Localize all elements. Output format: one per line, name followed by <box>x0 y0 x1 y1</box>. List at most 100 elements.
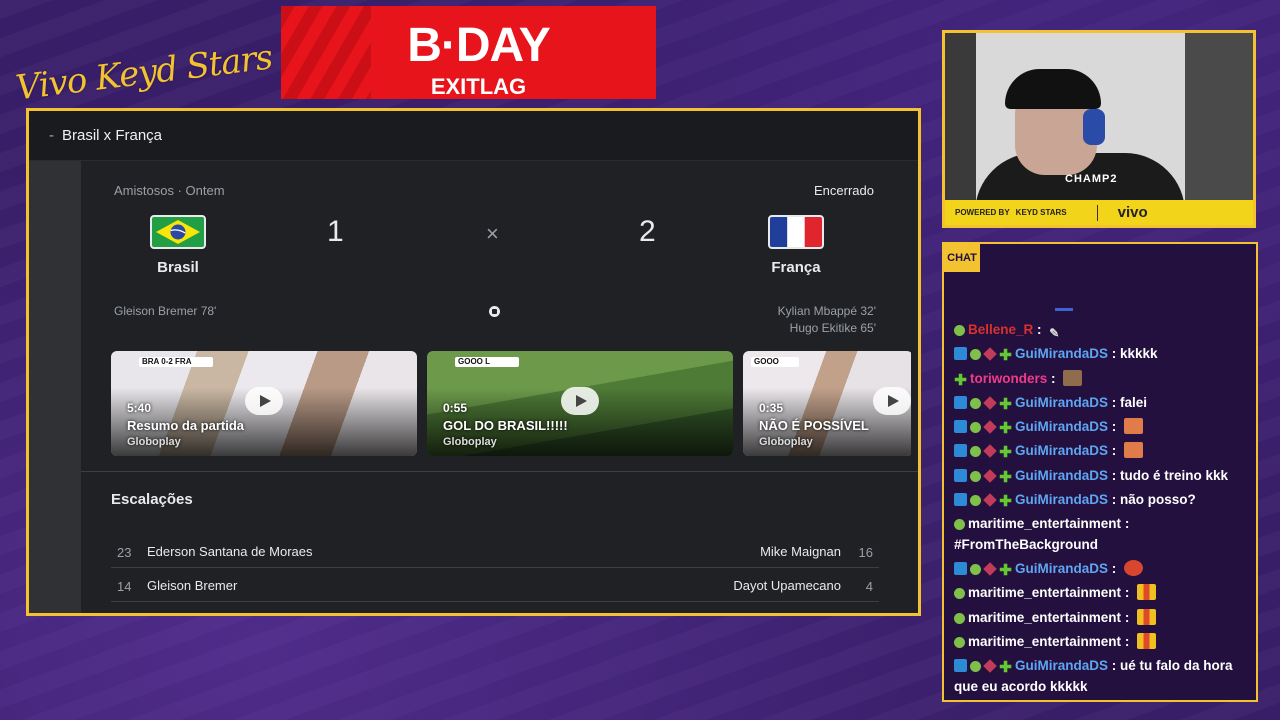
chat-message: maritime_entertainment : <box>954 608 1250 629</box>
plus-badge-icon[interactable] <box>999 661 1012 674</box>
chat-username[interactable]: GuiMirandaDS <box>1015 395 1108 410</box>
verified-badge-icon[interactable] <box>970 661 981 673</box>
verified-badge-icon[interactable] <box>954 519 965 531</box>
home-player-number: 23 <box>117 545 132 560</box>
verified-badge-icon[interactable] <box>954 637 965 649</box>
soccer-ball-icon <box>489 306 500 317</box>
gift-badge-icon[interactable] <box>983 468 997 483</box>
verified-badge-icon[interactable] <box>970 495 981 507</box>
away-team[interactable]: França <box>751 215 841 276</box>
box-emote-icon <box>1124 442 1144 459</box>
chat-label: CHAT <box>944 244 980 272</box>
plus-badge-icon[interactable] <box>999 564 1012 577</box>
prime-badge-icon[interactable] <box>954 347 967 361</box>
verified-badge-icon[interactable] <box>970 422 981 434</box>
plus-badge-icon[interactable] <box>999 422 1012 435</box>
verified-badge-icon[interactable] <box>954 325 965 336</box>
chat-username[interactable]: maritime_entertainment <box>968 516 1121 531</box>
plus-badge-icon[interactable] <box>999 398 1012 411</box>
plus-badge-icon[interactable] <box>999 446 1012 459</box>
prime-badge-icon[interactable] <box>954 395 967 409</box>
chat-username[interactable]: GuiMirandaDS <box>1015 561 1108 576</box>
brazil-flag-icon <box>150 215 206 249</box>
chat-username[interactable]: GuiMirandaDS <box>1015 468 1108 483</box>
verified-badge-icon[interactable] <box>970 564 981 576</box>
play-icon[interactable] <box>245 387 283 415</box>
lineup-row[interactable]: 14 Gleison Bremer Dayot Upamecano 4 <box>111 568 879 602</box>
video-card[interactable]: BRA 0-2 FRA 5:40 Resumo da partida Globo… <box>111 351 417 456</box>
prime-badge-icon[interactable] <box>954 420 967 434</box>
chat-separator: : <box>1108 394 1121 410</box>
bday-exitlag-banner: B·DAY EXITLAG <box>281 6 656 99</box>
chat-username[interactable]: GuiMirandaDS <box>1015 346 1108 361</box>
chat-username[interactable]: maritime_entertainment <box>968 634 1121 649</box>
play-icon[interactable] <box>873 387 911 415</box>
verified-badge-icon[interactable] <box>970 446 981 458</box>
prime-badge-icon[interactable] <box>954 493 967 507</box>
gift-badge-icon[interactable] <box>983 347 997 362</box>
chat-username[interactable]: maritime_entertainment <box>968 610 1121 625</box>
banner-title: B·DAY <box>407 19 551 72</box>
chat-username[interactable]: GuiMirandaDS <box>1015 492 1108 507</box>
chat-messages: Bellene_R : GuiMirandaDS : kkkkk toriwond… <box>954 320 1250 701</box>
banner-brand: EXITLAG <box>430 74 527 99</box>
gift-badge-icon[interactable] <box>983 562 997 576</box>
mad-emote-icon <box>1124 560 1144 577</box>
chat-separator: : <box>1108 561 1121 577</box>
video-card[interactable]: GOOO 0:35 NÃO É POSSÍVEL Globoplay <box>743 351 911 456</box>
chat-username[interactable]: GuiMirandaDS <box>1015 419 1108 434</box>
verified-badge-icon[interactable] <box>954 612 965 624</box>
prime-badge-icon[interactable] <box>954 659 967 673</box>
lineup-row[interactable]: 23 Ederson Santana de Moraes Mike Maigna… <box>111 534 879 568</box>
plus-badge-icon[interactable] <box>954 374 967 387</box>
vivo-logo: vivo <box>1117 204 1148 221</box>
video-card[interactable]: GOOO L 0:55 GOL DO BRASIL!!!!! Globoplay <box>427 351 733 456</box>
gift-badge-icon[interactable] <box>983 659 997 674</box>
chat-username[interactable]: GuiMirandaDS <box>1015 443 1108 458</box>
bars-emote-icon <box>1137 633 1157 650</box>
browser-capture-frame: - Brasil x França Amistosos · Ontem Ence… <box>26 108 921 616</box>
plus-badge-icon[interactable] <box>999 495 1012 508</box>
chat-message: maritime_entertainment : <box>954 583 1250 604</box>
away-scorer: Kylian Mbappé 32' <box>777 304 876 318</box>
home-team[interactable]: Brasil <box>133 215 223 276</box>
away-player-number: 4 <box>865 579 873 594</box>
chat-username[interactable]: maritime_entertainment <box>968 585 1121 600</box>
verified-badge-icon[interactable] <box>954 588 965 600</box>
video-duration: 0:55 <box>443 401 468 415</box>
prime-badge-icon[interactable] <box>954 444 967 458</box>
page-header: - Brasil x França <box>29 111 918 161</box>
chat-message: GuiMirandaDS : tudo é treino kkk <box>954 466 1250 487</box>
box-emote-icon <box>1124 418 1144 435</box>
gift-badge-icon[interactable] <box>983 396 997 410</box>
chat-text: tudo é treino kkk <box>1120 467 1229 483</box>
chat-separator: : <box>1108 443 1121 459</box>
verified-badge-icon[interactable] <box>970 470 981 482</box>
gift-badge-icon[interactable] <box>983 493 997 507</box>
chat-username[interactable]: GuiMirandaDS <box>1015 658 1108 673</box>
chat-separator: : <box>1108 492 1121 508</box>
home-score: 1 <box>327 215 344 248</box>
plus-badge-icon[interactable] <box>999 471 1012 484</box>
lineups-title[interactable]: Escalações <box>111 491 193 508</box>
video-source: Globoplay <box>443 436 497 448</box>
gift-badge-icon[interactable] <box>983 420 997 434</box>
chat-username[interactable]: toriwonders <box>970 371 1047 386</box>
prime-badge-icon[interactable] <box>954 468 967 482</box>
away-team-name: França <box>771 259 821 276</box>
chat-separator: : <box>1108 346 1121 362</box>
video-carousel: BRA 0-2 FRA 5:40 Resumo da partida Globo… <box>111 351 911 456</box>
home-player-name: Ederson Santana de Moraes <box>147 544 313 559</box>
chat-separator: : <box>1108 419 1121 435</box>
gift-badge-icon[interactable] <box>983 444 997 459</box>
bars-emote-icon <box>1137 608 1157 625</box>
competition-label[interactable]: Amistosos · Ontem <box>114 183 225 198</box>
streamer-cap <box>1005 69 1101 109</box>
chat-username[interactable]: Bellene_R <box>968 322 1033 337</box>
verified-badge-icon[interactable] <box>970 349 981 361</box>
play-icon[interactable] <box>561 387 599 415</box>
verified-badge-icon[interactable] <box>970 397 981 409</box>
prime-badge-icon[interactable] <box>954 562 967 576</box>
plus-badge-icon[interactable] <box>999 349 1012 362</box>
away-player-number: 16 <box>858 545 873 560</box>
